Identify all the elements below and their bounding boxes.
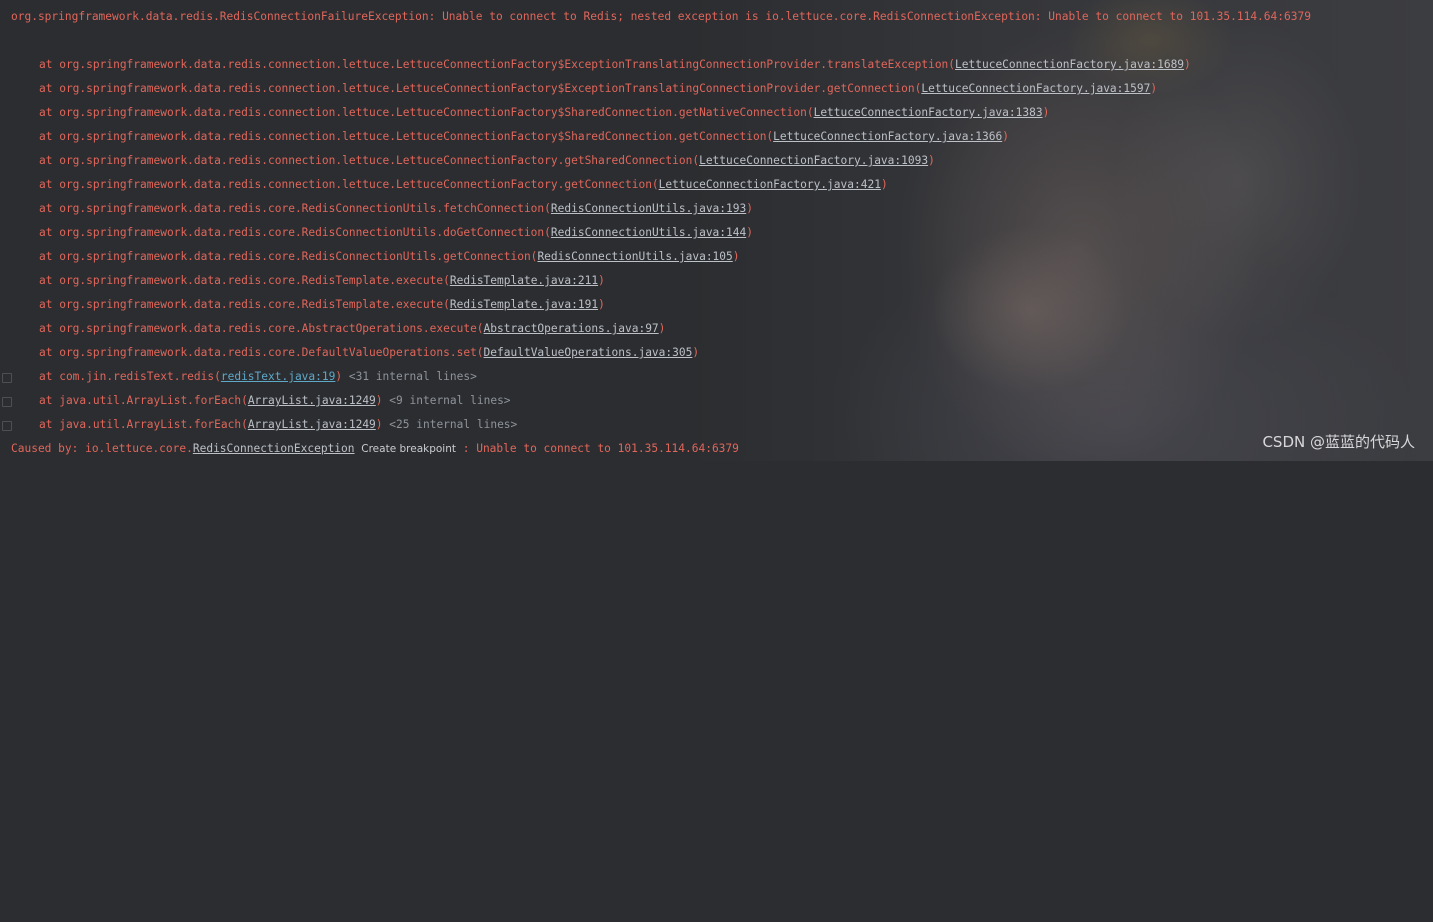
exception-header-text: org.springframework.data.redis.RedisConn… [11, 10, 1311, 23]
frame-method: at org.springframework.data.redis.core.R… [39, 298, 450, 311]
stack-frame: at org.springframework.data.redis.core.A… [39, 317, 665, 341]
frame-method: at org.springframework.data.redis.core.R… [39, 250, 538, 263]
frame-method: at com.jin.redisText.redis( [39, 370, 221, 383]
fold-toggle-icon[interactable] [2, 421, 12, 431]
frame-method: at org.springframework.data.redis.connec… [39, 82, 922, 95]
frame-method: at java.util.ArrayList.forEach( [39, 394, 248, 407]
stack-frame: at org.springframework.data.redis.core.R… [39, 221, 753, 245]
frame-method: at org.springframework.data.redis.connec… [39, 178, 659, 191]
source-link[interactable]: RedisConnectionUtils.java:193 [551, 202, 746, 215]
source-link[interactable]: AbstractOperations.java:97 [484, 322, 659, 335]
frame-close: ) [658, 322, 666, 335]
internal-lines-fold[interactable]: <25 internal lines> [389, 418, 517, 431]
frame-method: at org.springframework.data.redis.core.R… [39, 226, 551, 239]
exception-header: org.springframework.data.redis.RedisConn… [11, 5, 1311, 29]
frame-method: at org.springframework.data.redis.core.R… [39, 274, 450, 287]
stack-frame: at org.springframework.data.redis.core.D… [39, 341, 699, 365]
source-link[interactable]: LettuceConnectionFactory.java:421 [659, 178, 881, 191]
frame-close: ) [375, 418, 383, 431]
frame-close: ) [692, 346, 700, 359]
source-link[interactable]: LettuceConnectionFactory.java:1366 [773, 130, 1002, 143]
source-link[interactable]: LettuceConnectionFactory.java:1383 [814, 106, 1043, 119]
source-link[interactable]: LettuceConnectionFactory.java:1689 [955, 58, 1184, 71]
stack-frame: at org.springframework.data.redis.core.R… [39, 293, 605, 317]
source-link[interactable]: DefaultValueOperations.java:305 [484, 346, 693, 359]
csdn-watermark: CSDN @蓝蓝的代码人 [1262, 433, 1415, 451]
frame-method: at org.springframework.data.redis.connec… [39, 106, 814, 119]
frame-method: at org.springframework.data.redis.connec… [39, 130, 774, 143]
fold-toggle-icon[interactable] [2, 373, 12, 383]
source-link[interactable]: ArrayList.java:1249 [248, 418, 376, 431]
internal-lines-fold[interactable]: <9 internal lines> [389, 394, 510, 407]
stack-frame: at org.springframework.data.redis.core.R… [39, 197, 753, 221]
stack-frame: at java.util.ArrayList.forEach(ArrayList… [39, 389, 511, 413]
frame-close: ) [598, 274, 605, 287]
frame-method: at org.springframework.data.redis.connec… [39, 58, 956, 71]
caused-by-line: Caused by: io.lettuce.core.RedisConnecti… [11, 437, 739, 461]
stack-frame: at org.springframework.data.redis.core.R… [39, 269, 605, 293]
frame-method: at java.util.ArrayList.forEach( [39, 418, 248, 431]
frame-method: at org.springframework.data.redis.core.A… [39, 322, 484, 335]
exception-class-link[interactable]: RedisConnectionException [193, 442, 355, 455]
source-link[interactable]: ArrayList.java:1249 [248, 394, 376, 407]
stack-frame: at org.springframework.data.redis.connec… [39, 149, 935, 173]
frame-close: ) [598, 298, 605, 311]
create-breakpoint-button[interactable]: Create breakpoint [361, 443, 456, 455]
frame-close: ) [880, 178, 888, 191]
stack-frame: at org.springframework.data.redis.connec… [39, 53, 1191, 77]
frame-method: at org.springframework.data.redis.core.R… [39, 202, 551, 215]
frame-method: at org.springframework.data.redis.core.D… [39, 346, 484, 359]
source-link[interactable]: LettuceConnectionFactory.java:1093 [699, 154, 928, 167]
stack-frame: at org.springframework.data.redis.connec… [39, 125, 1009, 149]
source-link[interactable]: redisText.java:19 [221, 370, 336, 383]
source-link[interactable]: RedisTemplate.java:191 [450, 298, 598, 311]
internal-lines-fold[interactable]: <31 internal lines> [349, 370, 477, 383]
source-link[interactable]: RedisConnectionUtils.java:105 [537, 250, 732, 263]
stack-frame: at org.springframework.data.redis.connec… [39, 173, 888, 197]
frame-close: ) [335, 370, 343, 383]
frame-close: ) [746, 226, 753, 239]
stack-frame: at org.springframework.data.redis.connec… [39, 101, 1049, 125]
fold-toggle-icon[interactable] [2, 397, 12, 407]
caused-by-prefix: Caused by: io.lettuce.core. [11, 442, 193, 455]
frame-close: ) [928, 154, 935, 167]
frame-close: ) [1150, 82, 1158, 95]
frame-close: ) [1184, 58, 1191, 71]
console-output[interactable]: org.springframework.data.redis.RedisConn… [0, 0, 1433, 461]
stack-frame: at org.springframework.data.redis.connec… [39, 77, 1157, 101]
frame-close: ) [1042, 106, 1050, 119]
stack-frame: at com.jin.redisText.redis(redisText.jav… [39, 365, 477, 389]
frame-close: ) [732, 250, 740, 263]
frame-method: at org.springframework.data.redis.connec… [39, 154, 700, 167]
stack-frame: at org.springframework.data.redis.core.R… [39, 245, 740, 269]
frame-close: ) [1002, 130, 1009, 143]
source-link[interactable]: RedisConnectionUtils.java:144 [551, 226, 746, 239]
stack-frame: at java.util.ArrayList.forEach(ArrayList… [39, 413, 517, 437]
frame-close: ) [375, 394, 383, 407]
source-link[interactable]: RedisTemplate.java:211 [450, 274, 598, 287]
frame-close: ) [746, 202, 753, 215]
source-link[interactable]: LettuceConnectionFactory.java:1597 [921, 82, 1150, 95]
caused-by-message: : Unable to connect to 101.35.114.64:637… [456, 442, 739, 455]
